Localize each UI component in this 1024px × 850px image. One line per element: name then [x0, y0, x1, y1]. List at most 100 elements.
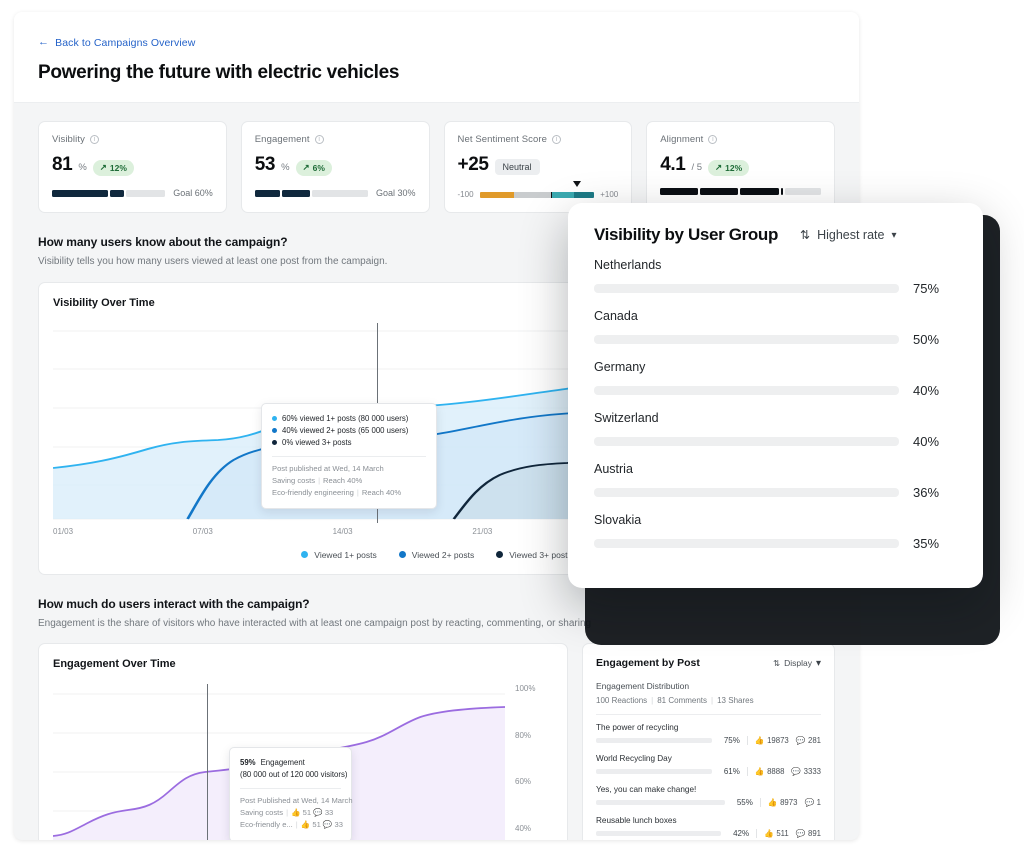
sentiment-track: [480, 192, 595, 198]
sort-label: Highest rate: [817, 228, 884, 242]
tooltip-post-comments: 33: [325, 808, 333, 817]
group-bar-row: 50%: [594, 332, 957, 347]
tooltip-headline: 59% Engagement: [240, 757, 341, 769]
trend-up-icon: ↗: [100, 162, 107, 173]
list-item[interactable]: Switzerland 40%: [594, 411, 957, 449]
arrow-left-icon: ←: [38, 37, 49, 48]
sort-control[interactable]: ⇅ Highest rate ▾: [800, 228, 897, 242]
group-percent: 50%: [913, 332, 939, 347]
tooltip-post-name: Saving costs: [240, 808, 283, 817]
y-tick: 100%: [515, 684, 553, 693]
comment-icon: 💬: [323, 820, 332, 829]
panel-title: Visibility by User Group: [594, 225, 778, 245]
info-icon[interactable]: i: [315, 135, 324, 144]
kpi-card-visibility: Visiblity i 81 % ↗ 12%: [38, 121, 227, 213]
kpi-trend-value: 6%: [313, 163, 325, 173]
kpi-value-row: +25 Neutral: [458, 154, 619, 176]
kpi-goal-label: Goal 60%: [173, 188, 213, 198]
tooltip-post-reach: Reach 40%: [362, 488, 401, 497]
tooltip-post-row: Eco-friendly e...|👍 51 💬 33: [240, 819, 341, 831]
list-item[interactable]: Yes, you can make change! 55% 👍8973 💬1: [596, 785, 821, 807]
tooltip-line-text: 40% viewed 2+ posts (65 000 users): [282, 425, 408, 437]
distribution-title: Engagement Distribution: [596, 681, 821, 691]
group-percent: 75%: [913, 281, 939, 296]
group-progress-bar: [594, 437, 899, 446]
post-percent: 55%: [732, 798, 753, 807]
group-percent: 40%: [913, 383, 939, 398]
list-item[interactable]: Germany 40%: [594, 360, 957, 398]
kpi-value-row: 81 % ↗ 12%: [52, 154, 213, 176]
kpi-trend-value: 12%: [725, 163, 742, 173]
tooltip-post-row: Eco-friendly engineering|Reach 40%: [272, 487, 426, 499]
divider: [596, 714, 821, 715]
tooltip-post-reach: Reach 40%: [323, 476, 362, 485]
group-percent: 36%: [913, 485, 939, 500]
kpi-label-row: Visiblity i: [52, 134, 213, 145]
distribution-stats: 100 Reactions|81 Comments|13 Shares: [596, 696, 821, 705]
list-item[interactable]: Netherlands 75%: [594, 258, 957, 296]
list-item[interactable]: Reusable lunch boxes 42% 👍511 💬891: [596, 816, 821, 838]
info-icon[interactable]: i: [552, 135, 561, 144]
post-metrics: 75% 👍19873 💬281: [596, 736, 821, 745]
group-bar-row: 40%: [594, 434, 957, 449]
post-comments: 💬891: [796, 829, 821, 838]
info-icon[interactable]: i: [708, 135, 717, 144]
list-item[interactable]: Slovakia 35%: [594, 513, 957, 551]
page-title: Powering the future with electric vehicl…: [38, 62, 835, 84]
panel-header: Visibility by User Group ⇅ Highest rate …: [594, 225, 957, 245]
series-dot-icon: [272, 440, 277, 445]
post-comments: 💬1: [804, 798, 821, 807]
post-likes: 👍19873: [755, 736, 789, 745]
kpi-card-alignment: Alignment i 4.1 / 5 ↗ 12%: [646, 121, 835, 213]
group-name: Canada: [594, 309, 957, 323]
legend-label: Viewed 3+ posts: [509, 550, 571, 560]
display-control[interactable]: ⇅ Display ▾: [773, 658, 821, 669]
list-item[interactable]: World Recycling Day 61% 👍8888 💬3333: [596, 754, 821, 776]
post-name: Yes, you can make change!: [596, 785, 821, 794]
tooltip-post-name: Saving costs: [272, 476, 315, 485]
tooltip-published: Post published at Wed, 14 March: [272, 463, 426, 475]
legend-item-viewed-2plus[interactable]: Viewed 2+ posts: [399, 550, 474, 560]
thumbs-up-icon: 👍: [755, 736, 765, 745]
legend-item-viewed-1plus[interactable]: Viewed 1+ posts: [301, 550, 376, 560]
kpi-value: 81: [52, 154, 72, 176]
legend-item-viewed-3plus[interactable]: Viewed 3+ posts: [496, 550, 571, 560]
group-bar-row: 35%: [594, 536, 957, 551]
legend-dot-icon: [496, 551, 503, 558]
tooltip-line: 0% viewed 3+ posts: [272, 437, 426, 449]
back-link-label: Back to Campaigns Overview: [55, 37, 195, 49]
tooltip-post-row: Saving costs|Reach 40%: [272, 475, 426, 487]
post-metrics: 55% 👍8973 💬1: [596, 798, 821, 807]
back-to-campaigns-link[interactable]: ← Back to Campaigns Overview: [38, 37, 195, 49]
kpi-value-row: 4.1 / 5 ↗ 12%: [660, 154, 821, 176]
group-name: Austria: [594, 462, 957, 476]
list-item[interactable]: Austria 36%: [594, 462, 957, 500]
list-item[interactable]: Canada 50%: [594, 309, 957, 347]
group-percent: 40%: [913, 434, 939, 449]
y-tick: 80%: [515, 731, 553, 740]
group-progress-bar: [594, 284, 899, 293]
kpi-progress-bar: [255, 190, 368, 197]
thumbs-up-icon: 👍: [755, 767, 765, 776]
y-axis: 100% 80% 60% 40% 20%: [507, 684, 553, 840]
visibility-by-user-group-panel: Visibility by User Group ⇅ Highest rate …: [568, 203, 983, 588]
group-name: Netherlands: [594, 258, 957, 272]
info-icon[interactable]: i: [90, 135, 99, 144]
kpi-label-row: Alignment i: [660, 134, 821, 145]
trend-up-icon: ↗: [715, 162, 722, 173]
engagement-chart[interactable]: 100% 80% 60% 40% 20% 59% Engagement: [53, 684, 553, 840]
comments-count: 81 Comments: [657, 696, 707, 705]
trend-up-icon: ↗: [303, 162, 310, 173]
engagement-by-post-card: Engagement by Post ⇅ Display ▾ Engagemen…: [582, 643, 835, 840]
kpi-card-net-sentiment-score: Net Sentiment Score i +25 Neutral -100: [444, 121, 633, 213]
list-item[interactable]: The power of recycling 75% 👍19873 💬281: [596, 723, 821, 745]
y-tick: 60%: [515, 777, 553, 786]
tooltip-subline: (80 000 out of 120 000 visitors): [240, 769, 341, 781]
legend-label: Viewed 1+ posts: [314, 550, 376, 560]
post-percent: 61%: [719, 767, 740, 776]
chart-title: Engagement Over Time: [53, 658, 553, 670]
post-likes: 👍8973: [768, 798, 798, 807]
group-progress-bar: [594, 539, 899, 548]
tooltip-headline-label: Engagement: [261, 757, 305, 769]
comment-icon: 💬: [313, 808, 322, 817]
